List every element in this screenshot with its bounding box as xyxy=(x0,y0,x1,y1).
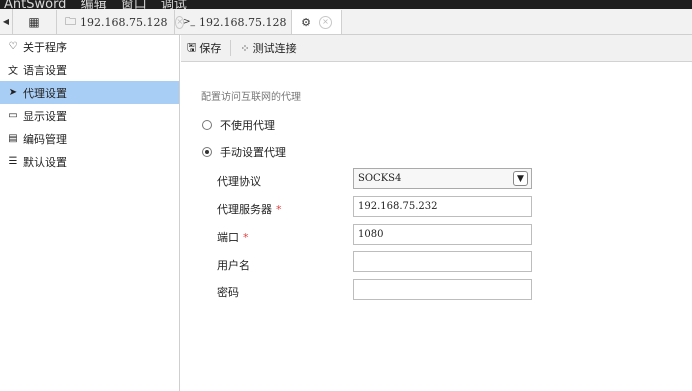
file-code-icon: ▤ xyxy=(8,133,18,144)
radio-label: 手动设置代理 xyxy=(220,146,286,159)
sidebar-item-label: 代理设置 xyxy=(23,86,67,100)
password-label: 密码 xyxy=(217,284,239,300)
sidebar-item-label: 关于程序 xyxy=(23,40,67,54)
protocol-select[interactable]: SOCKS4 ▼ xyxy=(353,168,532,189)
folder-icon: 🗀 xyxy=(65,14,76,28)
tab-file-manager[interactable]: 🗀 192.168.75.128 × xyxy=(57,10,185,34)
server-label-text: 代理服务器 xyxy=(217,203,272,216)
radio-icon[interactable] xyxy=(202,120,212,130)
tab-terminal[interactable]: >_ 192.168.75.128 × xyxy=(175,10,304,34)
heart-icon: ♡ xyxy=(8,41,18,52)
proxy-settings-form: 配置访问互联网的代理 不使用代理 手动设置代理 代理协议 SOCKS4 ▼ 代理… xyxy=(181,62,692,391)
server-label: 代理服务器 * xyxy=(217,201,282,217)
tab-label: 192.168.75.128 xyxy=(199,15,287,29)
port-label: 端口 * xyxy=(217,229,249,245)
sidebar-item-label: 语言设置 xyxy=(23,63,67,77)
tab-home[interactable]: ▦ xyxy=(12,10,57,34)
test-connection-label: 测试连接 xyxy=(252,42,297,55)
grid-icon: ▦ xyxy=(28,15,40,29)
section-title: 配置访问互联网的代理 xyxy=(201,92,301,103)
toolbar-divider xyxy=(230,40,232,56)
port-input[interactable] xyxy=(353,224,532,245)
settings-toolbar: 🖫 保存 ⁘ 测试连接 xyxy=(181,35,692,62)
protocol-label-text: 代理协议 xyxy=(217,175,261,188)
save-button[interactable]: 🖫 保存 xyxy=(181,38,227,58)
sidebar-item-about[interactable]: ♡ 关于程序 xyxy=(0,35,179,58)
radio-selected-icon[interactable] xyxy=(202,147,212,157)
radio-manual-proxy[interactable]: 手动设置代理 xyxy=(202,144,286,160)
protocol-select-value: SOCKS4 xyxy=(358,173,402,184)
spinner-icon: ⁘ xyxy=(240,41,250,55)
protocol-label: 代理协议 xyxy=(217,173,261,189)
username-label: 用户名 xyxy=(217,257,250,273)
sidebar-item-display[interactable]: ▭ 显示设置 xyxy=(0,104,179,127)
chevron-down-icon[interactable]: ▼ xyxy=(513,171,528,186)
tab-label: 192.168.75.128 xyxy=(80,15,168,29)
tab-bar: ◀ ▦ 🗀 192.168.75.128 × >_ 192.168.75.128… xyxy=(0,9,692,35)
paper-plane-icon: ➤ xyxy=(8,87,18,98)
language-icon: 文 xyxy=(8,66,18,77)
sliders-icon: ☰ xyxy=(8,156,18,167)
menu-window[interactable]: 窗口 xyxy=(121,0,147,9)
sidebar-item-language[interactable]: 文 语言设置 xyxy=(0,58,179,81)
port-label-text: 端口 xyxy=(217,231,239,244)
save-button-label: 保存 xyxy=(199,42,222,55)
radio-label: 不使用代理 xyxy=(220,119,275,132)
username-label-text: 用户名 xyxy=(217,259,250,272)
menu-app[interactable]: AntSword xyxy=(4,0,66,9)
monitor-icon: ▭ xyxy=(8,110,18,121)
tab-settings[interactable]: ⚙ × xyxy=(292,10,342,34)
sidebar-item-label: 显示设置 xyxy=(23,109,67,123)
terminal-icon: >_ xyxy=(183,17,196,27)
required-mark: * xyxy=(276,203,282,216)
menu-edit[interactable]: 编辑 xyxy=(81,0,107,9)
sidebar-item-label: 编码管理 xyxy=(23,132,67,146)
menu-debug[interactable]: 调试 xyxy=(161,0,187,9)
proxy-server-input[interactable] xyxy=(353,196,532,217)
sidebar-item-encoding[interactable]: ▤ 编码管理 xyxy=(0,127,179,150)
close-icon[interactable]: × xyxy=(318,15,332,29)
password-input[interactable] xyxy=(353,279,532,300)
required-mark: * xyxy=(243,231,249,244)
sidebar-item-defaults[interactable]: ☰ 默认设置 xyxy=(0,150,179,173)
password-label-text: 密码 xyxy=(217,286,239,299)
username-input[interactable] xyxy=(353,251,532,272)
radio-no-proxy[interactable]: 不使用代理 xyxy=(202,117,275,133)
test-connection-button[interactable]: ⁘ 测试连接 xyxy=(234,38,302,58)
sidebar-item-label: 默认设置 xyxy=(23,155,67,169)
gear-icon: ⚙ xyxy=(301,15,311,29)
save-icon: 🖫 xyxy=(187,40,197,54)
settings-sidebar: ♡ 关于程序 文 语言设置 ➤ 代理设置 ▭ 显示设置 ▤ 编码管理 ☰ 默认设… xyxy=(0,35,180,391)
sidebar-item-proxy[interactable]: ➤ 代理设置 xyxy=(0,81,179,104)
menu-bar: AntSword 编辑 窗口 调试 xyxy=(0,0,692,9)
